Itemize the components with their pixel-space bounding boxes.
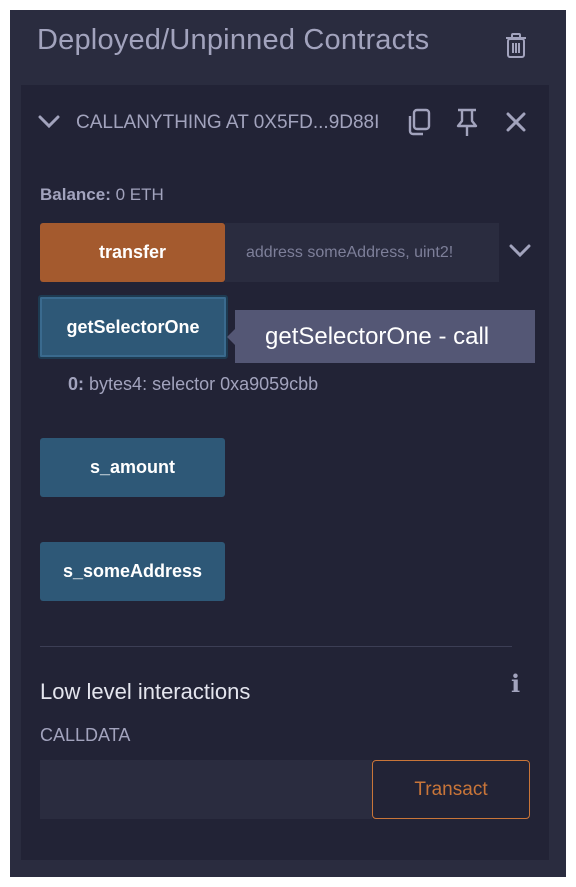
balance-value: 0 ETH: [115, 185, 164, 204]
contract-name[interactable]: CALLANYTHING AT 0X5FD...9D88I: [76, 112, 381, 134]
info-icon[interactable]: i: [511, 669, 520, 698]
pin-icon[interactable]: [452, 107, 482, 137]
transact-button[interactable]: Transact: [372, 760, 530, 819]
calldata-label: CALLDATA: [40, 725, 131, 745]
trash-icon[interactable]: [505, 33, 527, 59]
deployed-contracts-panel: Deployed/Unpinned Contracts CALLANYTHING…: [10, 10, 566, 877]
contract-header: CALLANYTHING AT 0X5FD...9D88I: [21, 85, 549, 160]
call-result: 0: bytes4: selector 0xa9059cbb: [68, 374, 318, 395]
s-some-address-button[interactable]: s_someAddress: [40, 542, 225, 601]
copy-icon[interactable]: [404, 107, 434, 137]
chevron-down-icon[interactable]: [508, 243, 532, 259]
panel-title: Deployed/Unpinned Contracts: [37, 24, 430, 56]
calldata-input[interactable]: [40, 760, 372, 819]
balance: Balance: 0 ETH: [40, 185, 164, 205]
contract-card: CALLANYTHING AT 0X5FD...9D88I Balance: 0…: [21, 85, 549, 860]
low-level-title: Low level interactions: [40, 679, 251, 704]
balance-label: Balance:: [40, 185, 111, 204]
result-value: bytes4: selector 0xa9059cbb: [89, 374, 319, 394]
chevron-down-icon[interactable]: [37, 114, 61, 130]
get-selector-one-tooltip: getSelectorOne - call: [235, 310, 535, 363]
result-index: 0:: [68, 374, 85, 394]
close-icon[interactable]: [501, 107, 531, 137]
divider: [40, 646, 512, 647]
transfer-args-input[interactable]: address someAddress, uint2!: [225, 223, 499, 282]
transfer-button[interactable]: transfer: [40, 223, 225, 282]
s-amount-button[interactable]: s_amount: [40, 438, 225, 497]
get-selector-one-button[interactable]: getSelectorOne: [38, 295, 228, 359]
